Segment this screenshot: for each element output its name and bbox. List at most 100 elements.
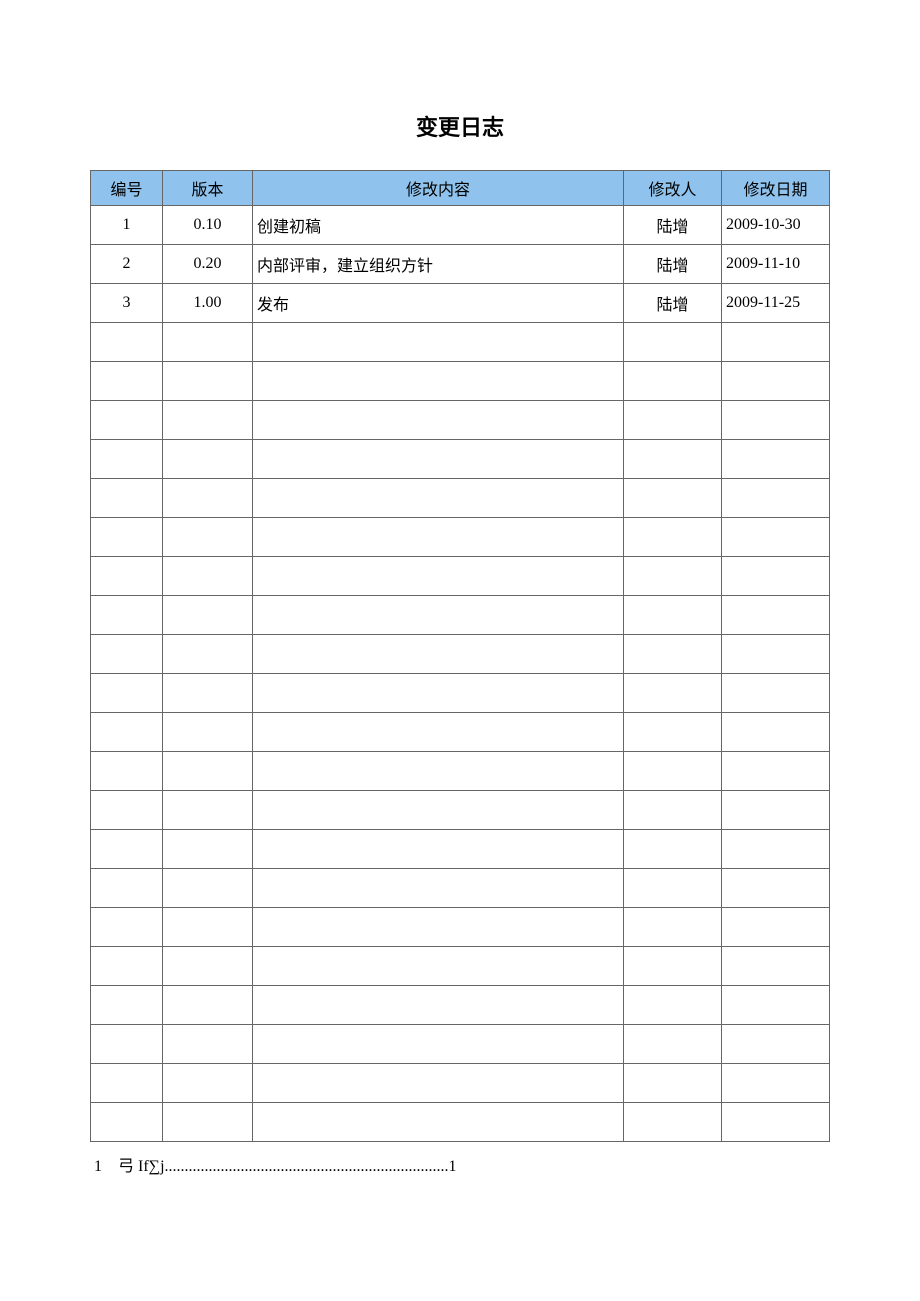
cell-id	[91, 869, 163, 908]
cell-person	[624, 830, 722, 869]
cell-content	[253, 791, 624, 830]
table-row	[91, 869, 830, 908]
cell-version	[163, 1025, 253, 1064]
cell-version	[163, 401, 253, 440]
cell-id	[91, 518, 163, 557]
cell-date	[722, 635, 830, 674]
cell-content: 内部评审，建立组织方针	[253, 245, 624, 284]
cell-person	[624, 986, 722, 1025]
cell-date	[722, 362, 830, 401]
cell-date	[722, 479, 830, 518]
cell-id: 1	[91, 206, 163, 245]
cell-person	[624, 1064, 722, 1103]
cell-date	[722, 557, 830, 596]
cell-id	[91, 440, 163, 479]
cell-version	[163, 518, 253, 557]
cell-content	[253, 323, 624, 362]
table-row: 10.10创建初稿陆增2009-10-30	[91, 206, 830, 245]
cell-version	[163, 362, 253, 401]
cell-version	[163, 479, 253, 518]
cell-content	[253, 1103, 624, 1142]
cell-id	[91, 362, 163, 401]
cell-version	[163, 635, 253, 674]
table-row: 31.00发布陆增2009-11-25	[91, 284, 830, 323]
cell-content	[253, 635, 624, 674]
cell-person	[624, 479, 722, 518]
cell-person	[624, 908, 722, 947]
cell-date	[722, 674, 830, 713]
cell-version: 0.10	[163, 206, 253, 245]
table-row	[91, 947, 830, 986]
cell-person: 陆增	[624, 245, 722, 284]
cell-date	[722, 518, 830, 557]
cell-id	[91, 323, 163, 362]
cell-date	[722, 1025, 830, 1064]
table-row	[91, 557, 830, 596]
cell-content	[253, 752, 624, 791]
cell-content	[253, 986, 624, 1025]
cell-id	[91, 401, 163, 440]
cell-version	[163, 752, 253, 791]
cell-date	[722, 791, 830, 830]
cell-version	[163, 713, 253, 752]
table-row	[91, 1103, 830, 1142]
footer-text: 1 弓 If∑j................................…	[90, 1152, 830, 1176]
table-row	[91, 479, 830, 518]
cell-content	[253, 518, 624, 557]
cell-person	[624, 869, 722, 908]
table-row	[91, 596, 830, 635]
cell-version	[163, 986, 253, 1025]
cell-version	[163, 323, 253, 362]
cell-person	[624, 947, 722, 986]
cell-id	[91, 635, 163, 674]
table-header-row: 编号 版本 修改内容 修改人 修改日期	[91, 171, 830, 206]
cell-date: 2009-11-25	[722, 284, 830, 323]
table-row	[91, 908, 830, 947]
cell-person	[624, 791, 722, 830]
table-row	[91, 362, 830, 401]
cell-date	[722, 1064, 830, 1103]
cell-id	[91, 908, 163, 947]
cell-id	[91, 1025, 163, 1064]
cell-date	[722, 947, 830, 986]
cell-id	[91, 791, 163, 830]
cell-content	[253, 440, 624, 479]
table-row: 20.20内部评审，建立组织方针陆增2009-11-10	[91, 245, 830, 284]
table-row	[91, 440, 830, 479]
cell-id	[91, 713, 163, 752]
cell-version	[163, 869, 253, 908]
cell-person: 陆增	[624, 206, 722, 245]
cell-person	[624, 557, 722, 596]
cell-person: 陆增	[624, 284, 722, 323]
cell-person	[624, 1025, 722, 1064]
table-row	[91, 635, 830, 674]
cell-date	[722, 440, 830, 479]
cell-version	[163, 674, 253, 713]
cell-content	[253, 947, 624, 986]
cell-content: 发布	[253, 284, 624, 323]
cell-version	[163, 947, 253, 986]
cell-id: 2	[91, 245, 163, 284]
cell-content	[253, 596, 624, 635]
table-row	[91, 986, 830, 1025]
cell-id	[91, 674, 163, 713]
header-person: 修改人	[624, 171, 722, 206]
cell-id	[91, 596, 163, 635]
cell-person	[624, 674, 722, 713]
table-row	[91, 401, 830, 440]
cell-date: 2009-11-10	[722, 245, 830, 284]
cell-person	[624, 401, 722, 440]
cell-person	[624, 635, 722, 674]
page-title: 变更日志	[90, 110, 830, 142]
header-id: 编号	[91, 171, 163, 206]
cell-date	[722, 986, 830, 1025]
cell-content	[253, 713, 624, 752]
header-version: 版本	[163, 171, 253, 206]
cell-date	[722, 713, 830, 752]
cell-id: 3	[91, 284, 163, 323]
cell-id	[91, 830, 163, 869]
cell-content	[253, 557, 624, 596]
header-date: 修改日期	[722, 171, 830, 206]
cell-content	[253, 401, 624, 440]
header-content: 修改内容	[253, 171, 624, 206]
